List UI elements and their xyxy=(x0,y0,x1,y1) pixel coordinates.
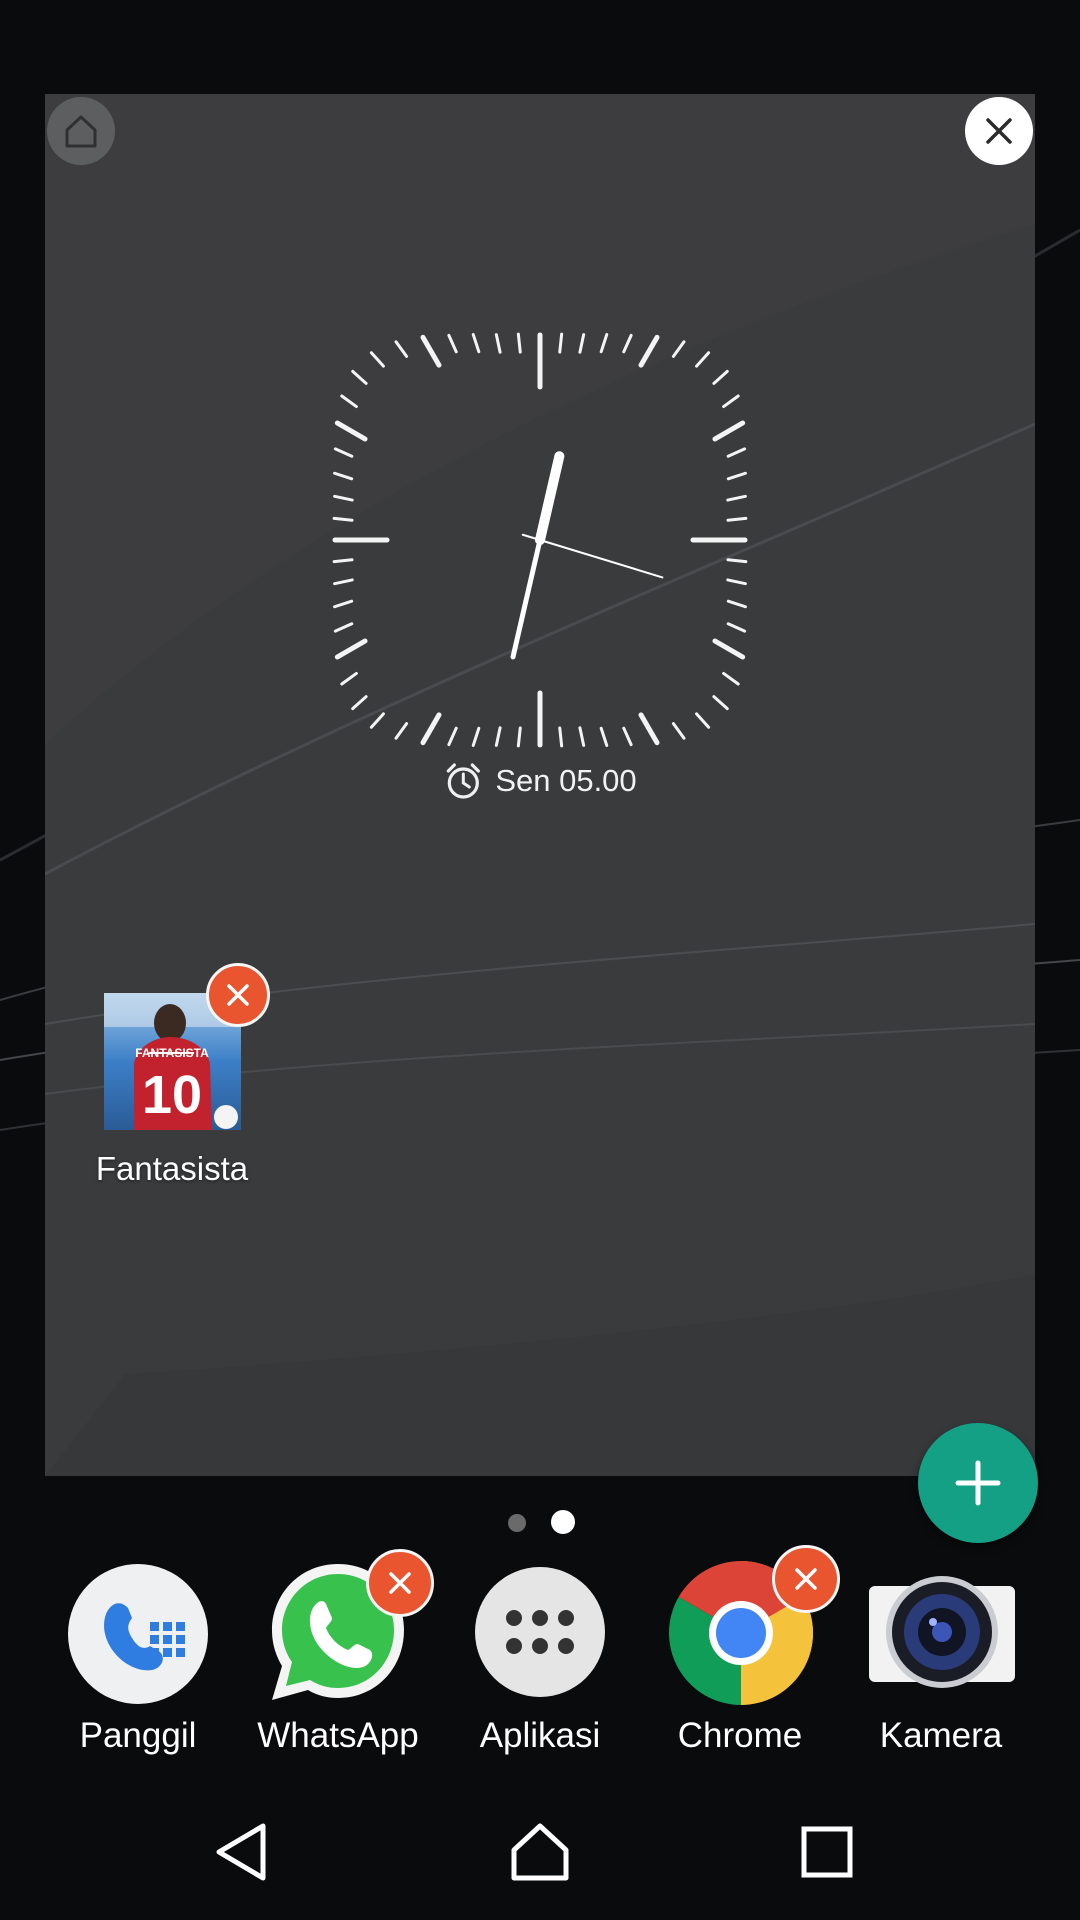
clock-tick xyxy=(471,726,481,747)
clock-tick xyxy=(394,722,409,740)
clock-tick xyxy=(712,638,746,660)
remove-x-icon xyxy=(227,984,249,1006)
nav-home-button[interactable] xyxy=(497,1812,583,1892)
svg-text:FANTASISTA: FANTASISTA xyxy=(135,1046,209,1060)
clock-tick xyxy=(622,726,633,747)
remove-x-icon xyxy=(389,1572,411,1594)
app-drawer-icon xyxy=(475,1567,605,1697)
fantasista-label: Fantasista xyxy=(95,1150,249,1187)
dock-phone[interactable] xyxy=(66,1562,210,1706)
clock-tick xyxy=(333,471,354,481)
clock-tick xyxy=(333,599,354,609)
clock-tick xyxy=(333,578,354,586)
remove-fantasista-button[interactable] xyxy=(206,963,270,1027)
clock-tick xyxy=(722,394,740,409)
hour-hand xyxy=(535,451,565,545)
clock-tick xyxy=(420,334,442,368)
close-icon xyxy=(986,118,1012,144)
nav-back-button[interactable] xyxy=(198,1812,284,1892)
clock-tick xyxy=(516,726,522,748)
nav-recents-button[interactable] xyxy=(784,1812,870,1892)
clock-tick xyxy=(471,333,481,354)
camera-icon xyxy=(869,1576,1015,1688)
clock-tick xyxy=(333,622,354,633)
clock-tick xyxy=(351,369,368,385)
set-home-page-button[interactable] xyxy=(47,97,115,165)
dock-phone-label: Panggil xyxy=(79,1716,197,1755)
clock-tick xyxy=(420,712,442,746)
clock-tick xyxy=(712,369,729,385)
remove-page-button[interactable] xyxy=(965,97,1033,165)
clock-tick xyxy=(332,558,354,564)
clock-tick xyxy=(578,726,586,747)
clock-tick xyxy=(333,494,354,502)
dock-chrome-label: Chrome xyxy=(677,1716,803,1755)
clock-tick xyxy=(447,333,458,354)
clock-tick xyxy=(726,471,747,481)
clock-tick xyxy=(671,722,686,740)
clock-tick xyxy=(599,726,609,747)
clock-tick xyxy=(712,420,746,442)
clock-tick xyxy=(695,351,711,368)
clock-tick xyxy=(516,332,522,354)
page-dot-1[interactable] xyxy=(508,1514,526,1532)
home-outline-icon xyxy=(65,115,97,148)
clock-tick xyxy=(332,516,354,522)
clock-tick xyxy=(726,516,748,522)
clock-tick xyxy=(340,671,358,686)
clock-tick xyxy=(334,638,368,660)
clock-tick xyxy=(726,599,747,609)
page-dot-2-active[interactable] xyxy=(551,1510,575,1534)
clock-tick xyxy=(351,695,368,711)
clock-tick xyxy=(599,333,609,354)
clock-tick xyxy=(558,726,564,748)
clock-tick xyxy=(369,712,385,729)
remove-x-icon xyxy=(795,1568,817,1590)
clock-tick xyxy=(722,671,740,686)
clock-tick xyxy=(494,333,502,354)
home-icon xyxy=(511,1823,569,1881)
phone-dialer-icon xyxy=(68,1564,208,1704)
clock-tick xyxy=(334,420,368,442)
clock-tick xyxy=(712,695,729,711)
svg-text:10: 10 xyxy=(142,1065,202,1125)
alarm-clock-icon xyxy=(446,763,480,799)
clock-tick xyxy=(494,726,502,747)
clock-tick xyxy=(726,447,747,458)
minute-hand xyxy=(510,537,543,660)
analog-clock-widget[interactable] xyxy=(320,320,760,760)
recents-square-icon xyxy=(801,1826,853,1878)
clock-tick xyxy=(726,494,747,502)
dock-whatsapp-label: WhatsApp xyxy=(257,1716,419,1755)
clock-tick xyxy=(333,447,354,458)
clock-tick xyxy=(726,622,747,633)
remove-chrome-button[interactable] xyxy=(772,1545,840,1613)
clock-tick xyxy=(558,332,564,354)
clock-tick xyxy=(638,334,660,368)
clock-tick xyxy=(726,558,748,564)
clock-tick xyxy=(622,333,633,354)
clock-tick xyxy=(638,712,660,746)
dock-app-drawer[interactable] xyxy=(474,1566,606,1698)
dock-camera[interactable] xyxy=(867,1576,1017,1688)
clock-tick xyxy=(671,340,686,358)
clock-tick xyxy=(726,578,747,586)
dock-app-drawer-label: Aplikasi xyxy=(479,1716,601,1755)
clock-tick xyxy=(394,340,409,358)
back-triangle-icon xyxy=(216,1823,266,1881)
second-hand xyxy=(521,533,664,579)
clock-tick xyxy=(369,351,385,368)
dock-camera-label: Kamera xyxy=(879,1716,1003,1755)
clock-tick xyxy=(695,712,711,729)
plus-icon xyxy=(955,1460,1001,1506)
clock-tick xyxy=(578,333,586,354)
next-alarm: Sen 05.00 xyxy=(443,757,637,805)
clock-tick xyxy=(340,394,358,409)
remove-whatsapp-button[interactable] xyxy=(366,1549,434,1617)
clock-tick xyxy=(447,726,458,747)
add-widget-button[interactable] xyxy=(918,1423,1038,1543)
alarm-time-text: Sen 05.00 xyxy=(495,763,637,798)
